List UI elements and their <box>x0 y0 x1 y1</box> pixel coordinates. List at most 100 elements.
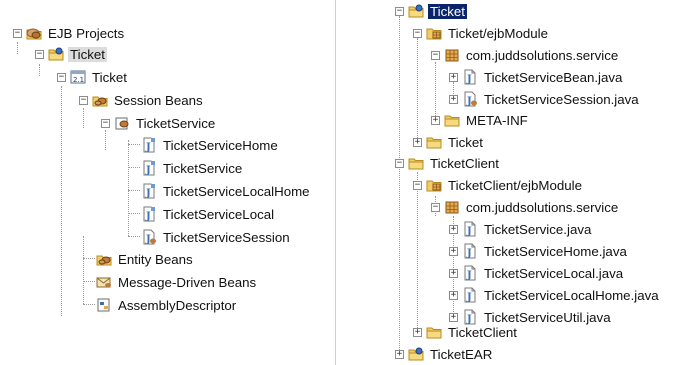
tree-node-ejb-projects[interactable]: − EJB Projects <box>13 23 126 43</box>
package-icon <box>444 199 460 215</box>
tree-node-session-beans[interactable]: − Session Beans <box>79 90 205 110</box>
node-label: TicketServiceLocalHome.java <box>484 287 659 303</box>
node-label: TicketServiceLocalHome <box>163 183 310 199</box>
source-folder-icon <box>426 177 442 193</box>
node-label: TicketServiceHome <box>163 137 278 153</box>
package-icon <box>444 47 460 63</box>
entity-beans-icon <box>96 251 112 267</box>
node-label: AssemblyDescriptor <box>118 297 237 313</box>
node-label: Ticket <box>428 3 467 19</box>
node-label: Ticket <box>68 46 107 62</box>
java-file-icon <box>462 265 478 281</box>
java-file-icon <box>462 287 478 303</box>
project-icon <box>408 155 424 171</box>
tree-node-java-file[interactable]: + TicketServiceHome.java <box>449 241 629 261</box>
tree-node-ticket-project[interactable]: − Ticket <box>35 44 107 64</box>
node-label: Message-Driven Beans <box>118 274 257 290</box>
node-label: TicketServiceLocal.java <box>484 265 624 281</box>
tree-node-client-folder[interactable]: + TicketClient <box>413 322 519 342</box>
tree-node-assembly-descriptor[interactable]: AssemblyDescriptor <box>96 295 238 315</box>
folder-icon <box>426 134 442 150</box>
tree-node-java-file[interactable]: + TicketServiceLocal.java <box>449 263 625 283</box>
tree-node-package[interactable]: − com.juddsolutions.service <box>431 45 620 65</box>
tree-node-java-file[interactable]: + TicketServiceLocalHome.java <box>449 285 661 305</box>
expand-toggle[interactable]: + <box>449 246 458 256</box>
session-beans-icon <box>92 92 108 108</box>
expand-toggle[interactable]: + <box>449 268 458 278</box>
tree-node-interface[interactable]: TicketServiceLocalHome <box>141 181 312 201</box>
node-label: TicketClient <box>430 155 499 171</box>
node-label: Ticket <box>448 134 483 150</box>
expand-toggle[interactable]: + <box>413 137 422 147</box>
tree-node-ticket-module[interactable]: − Ticket <box>57 67 129 87</box>
local-interface-icon <box>141 206 157 222</box>
tree-node-ticket-ejbmodule[interactable]: − Ticket/ejbModule <box>413 23 550 43</box>
node-label: TicketEAR <box>430 346 493 362</box>
tree-node-ticket-service-bean[interactable]: − TicketService <box>101 113 217 133</box>
collapse-toggle[interactable]: − <box>413 28 422 38</box>
collapse-toggle[interactable]: − <box>101 118 110 128</box>
tree-node-client-ejbmodule[interactable]: − TicketClient/ejbModule <box>413 175 584 195</box>
ejb-project-icon <box>48 46 64 62</box>
tree-node-package[interactable]: − com.juddsolutions.service <box>431 197 620 217</box>
tree-node-ticket-ear[interactable]: + TicketEAR <box>395 344 494 364</box>
folder-icon <box>444 112 460 128</box>
tree-node-interface[interactable]: TicketServiceHome <box>141 135 280 155</box>
tree-node-java-file[interactable]: + TicketService.java <box>449 219 593 239</box>
expand-toggle[interactable]: + <box>449 224 458 234</box>
node-label: META-INF <box>466 112 528 128</box>
ejb-projects-tree: − EJB Projects − Ticket − Ticket − Sessi… <box>0 0 336 365</box>
tree-node-ticket-folder[interactable]: + Ticket <box>413 132 485 152</box>
local-home-interface-icon <box>141 183 157 199</box>
node-label: TicketService <box>136 115 216 131</box>
tree-node-entity-beans[interactable]: Entity Beans <box>96 249 195 269</box>
ear-project-icon <box>408 346 424 362</box>
tree-node-interface[interactable]: TicketServiceSession <box>141 227 292 247</box>
ejb-module-icon <box>70 69 86 85</box>
expand-toggle[interactable]: + <box>449 290 458 300</box>
expand-toggle[interactable]: + <box>413 327 422 337</box>
session-class-icon <box>141 229 157 245</box>
session-bean-icon <box>114 115 130 131</box>
node-label: TicketServiceLocal <box>163 206 275 222</box>
collapse-toggle[interactable]: − <box>431 202 440 212</box>
tree-node-interface[interactable]: TicketServiceLocal <box>141 204 276 224</box>
tree-node-message-driven-beans[interactable]: Message-Driven Beans <box>96 272 258 292</box>
tree-node-java-file[interactable]: + TicketServiceBean.java <box>449 67 624 87</box>
collapse-toggle[interactable]: − <box>57 72 66 82</box>
java-file-icon <box>462 69 478 85</box>
node-label: TicketServiceSession.java <box>484 91 639 107</box>
node-label: TicketServiceHome.java <box>484 243 627 259</box>
node-label: TicketService <box>163 160 243 176</box>
project-explorer-tree: − Ticket − Ticket/ejbModule − com.juddso… <box>386 0 682 365</box>
collapse-toggle[interactable]: − <box>13 28 22 38</box>
expand-toggle[interactable]: + <box>449 94 458 104</box>
expand-toggle[interactable]: + <box>431 115 440 125</box>
node-label: TicketService.java <box>484 221 592 237</box>
java-file-icon <box>462 243 478 259</box>
folder-icon <box>426 324 442 340</box>
remote-interface-icon <box>141 160 157 176</box>
collapse-toggle[interactable]: − <box>395 6 404 16</box>
ejb-projects-icon <box>26 25 42 41</box>
node-label: Ticket <box>92 69 127 85</box>
tree-node-interface[interactable]: TicketService <box>141 158 244 178</box>
tree-node-ticket-client[interactable]: − TicketClient <box>395 153 501 173</box>
java-file-icon <box>462 91 478 107</box>
node-label: com.juddsolutions.service <box>466 199 619 215</box>
tree-node-meta-inf[interactable]: + META-INF <box>431 110 530 130</box>
collapse-toggle[interactable]: − <box>79 95 88 105</box>
node-label: TicketClient <box>448 324 517 340</box>
java-file-icon <box>462 221 478 237</box>
expand-toggle[interactable]: + <box>395 349 404 359</box>
collapse-toggle[interactable]: − <box>431 50 440 60</box>
tree-node-ticket[interactable]: − Ticket <box>395 1 467 21</box>
collapse-toggle[interactable]: − <box>413 180 422 190</box>
expand-toggle[interactable]: + <box>449 72 458 82</box>
expand-toggle[interactable]: + <box>449 312 458 322</box>
node-label: TicketClient/ejbModule <box>448 177 583 193</box>
tree-node-java-file[interactable]: + TicketServiceSession.java <box>449 89 641 109</box>
collapse-toggle[interactable]: − <box>35 49 44 59</box>
collapse-toggle[interactable]: − <box>395 158 404 168</box>
node-label: Entity Beans <box>118 251 193 267</box>
